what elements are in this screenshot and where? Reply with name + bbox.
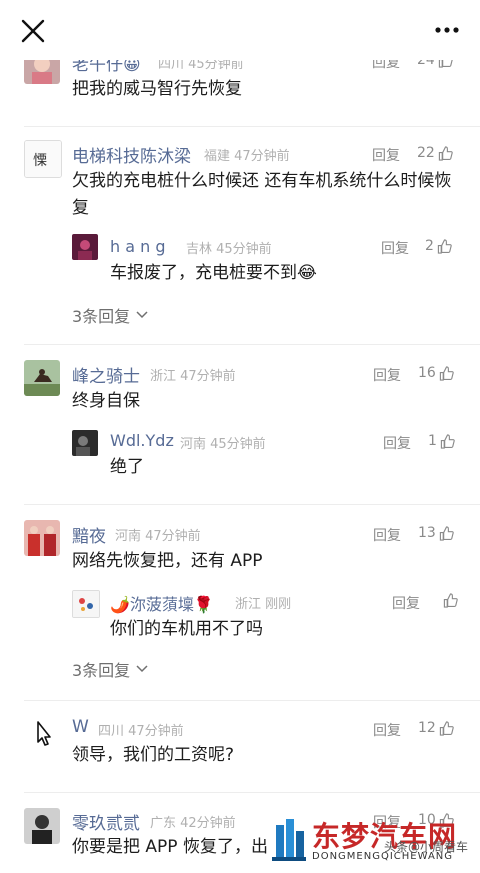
comment-meta: 浙江 刚刚 [235,597,292,612]
view-more-replies-button[interactable]: 3条回复 [72,303,148,327]
reply-button[interactable]: 回复 [392,593,420,613]
reply-button[interactable]: 回复 [372,145,400,165]
like-count: 12 [418,720,436,736]
comment-text: 网络先恢复把，还有 APP [72,551,263,571]
comment-text: 欠我的充电桩什么时候还 还有车机系统什么时候恢复 [72,171,452,218]
commenter-name[interactable]: 零玖贰贰 [72,809,140,834]
commenter-name[interactable]: h a n g [110,237,166,256]
more-replies-label: 3条回复 [72,661,131,680]
avatar[interactable] [72,430,98,456]
chevron-down-icon [136,311,148,319]
more-options-icon[interactable] [434,20,460,40]
comment-text: 把我的威马智行先恢复 [72,79,242,99]
comment-text: 终身自保 [72,391,140,411]
divider [24,504,480,505]
reply-button[interactable]: 回复 [373,525,401,545]
avatar[interactable]: 慄 [24,140,62,178]
like-button[interactable]: 13 [418,525,454,541]
avatar[interactable] [72,234,98,260]
comment-meta: 吉林 45分钟前 [186,242,272,257]
like-button[interactable] [440,593,458,608]
avatar[interactable] [24,808,60,844]
like-count: 1 [428,433,437,449]
comment-text: 车报废了，充电桩要不到😂 [110,263,317,283]
divider [24,344,480,345]
thumbs-up-icon [440,433,455,449]
comment-meta: 河南 45分钟前 [180,437,266,452]
thumbs-up-icon [443,593,458,608]
like-count: 2 [425,238,434,254]
avatar[interactable] [24,716,60,752]
commenter-name[interactable]: 电梯科技陈沐梁 [72,142,191,167]
avatar[interactable] [72,590,100,618]
reply-button[interactable]: 回复 [373,720,401,740]
reply-button[interactable]: 回复 [381,238,409,258]
thumbs-up-icon [439,720,454,736]
like-button[interactable]: 1 [428,433,455,449]
svg-text:慄: 慄 [33,153,47,169]
commenter-name[interactable]: Wdl.Ydz [110,431,174,450]
commenter-name[interactable]: 🌶️沵菠蕦壈🌹 [110,591,214,615]
reply-button[interactable]: 回复 [373,365,401,385]
commenter-name[interactable]: W [72,717,89,737]
top-bar [0,0,480,60]
divider [24,792,480,793]
divider [24,126,480,127]
close-icon[interactable] [20,18,46,44]
comment-meta: 浙江 47分钟前 [150,369,236,384]
author-credit: 头条@小周看车 [383,840,468,854]
divider [24,700,480,701]
reply-button[interactable]: 回复 [383,433,411,453]
commenter-name[interactable]: 峰之骑士 [72,362,140,387]
commenter-name[interactable]: 黯夜 [72,522,106,547]
view-more-replies-button[interactable]: 3条回复 [72,657,148,681]
like-count: 22 [417,145,435,161]
thumbs-up-icon [438,145,453,161]
chevron-down-icon [136,665,148,673]
more-replies-label: 3条回复 [72,307,131,326]
comment-text: 绝了 [110,457,144,477]
like-button[interactable]: 16 [418,365,454,381]
thumbs-up-icon [439,365,454,381]
thumbs-up-icon [439,525,454,541]
comment-meta: 广东 42分钟前 [150,816,236,831]
thumbs-up-icon [437,238,452,254]
like-button[interactable]: 12 [418,720,454,736]
comment-text: 你们的车机用不了吗 [110,619,263,639]
like-button[interactable]: 22 [417,145,453,161]
avatar[interactable] [24,520,60,556]
comment-meta: 四川 47分钟前 [98,724,184,739]
logo-icon [272,819,306,861]
comment-meta: 福建 47分钟前 [204,149,290,164]
like-count: 16 [418,365,436,381]
comment-text: 领导，我们的工资呢? [72,745,235,765]
avatar[interactable] [24,360,60,396]
comment-text: 你要是把 APP 恢复了，出 [72,837,268,857]
like-button[interactable]: 2 [425,238,452,254]
like-count: 13 [418,525,436,541]
comment-meta: 河南 47分钟前 [115,529,201,544]
